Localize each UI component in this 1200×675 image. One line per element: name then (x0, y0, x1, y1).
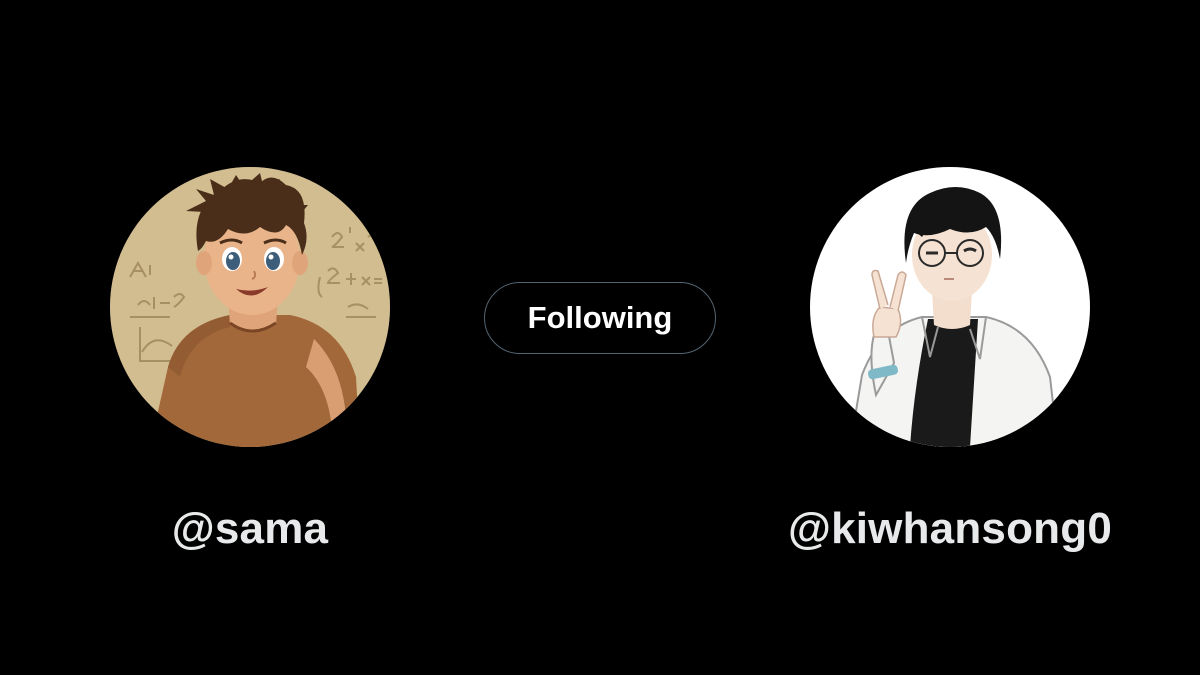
right-profile: @kiwhansong0 (788, 167, 1112, 551)
following-button-label: Following (527, 300, 673, 335)
following-button[interactable]: Following (484, 282, 716, 354)
right-username[interactable]: @kiwhansong0 (788, 507, 1112, 551)
illustrated-man-peace-sign-avatar-icon[interactable] (810, 167, 1090, 447)
left-profile: @sama (110, 167, 390, 551)
left-username[interactable]: @sama (172, 507, 328, 551)
anime-boy-avatar-icon[interactable] (110, 167, 390, 447)
